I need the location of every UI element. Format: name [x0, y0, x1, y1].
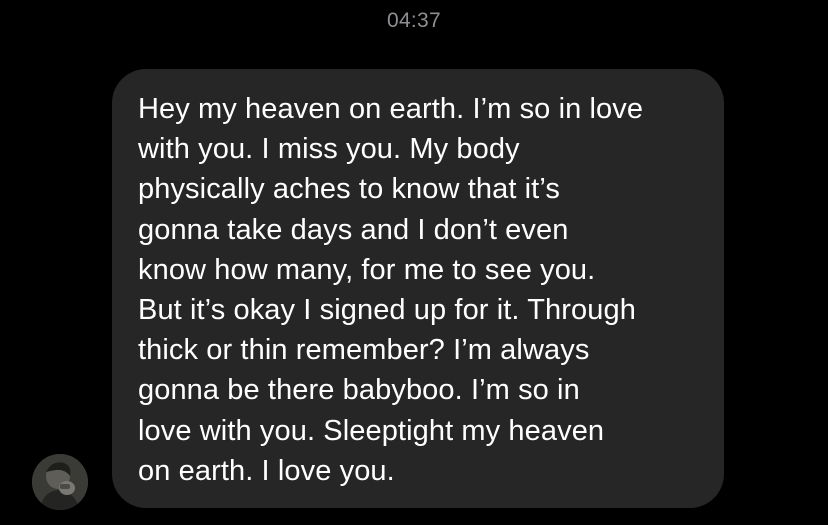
message-text: Hey my heaven on earth. I’m so in love w…: [138, 93, 644, 487]
contact-avatar[interactable]: [32, 454, 88, 510]
message-timestamp: 04:37: [386, 9, 442, 32]
user-avatar-icon: [32, 454, 88, 510]
received-message-bubble[interactable]: Hey my heaven on earth. I’m so in love w…: [112, 69, 724, 508]
